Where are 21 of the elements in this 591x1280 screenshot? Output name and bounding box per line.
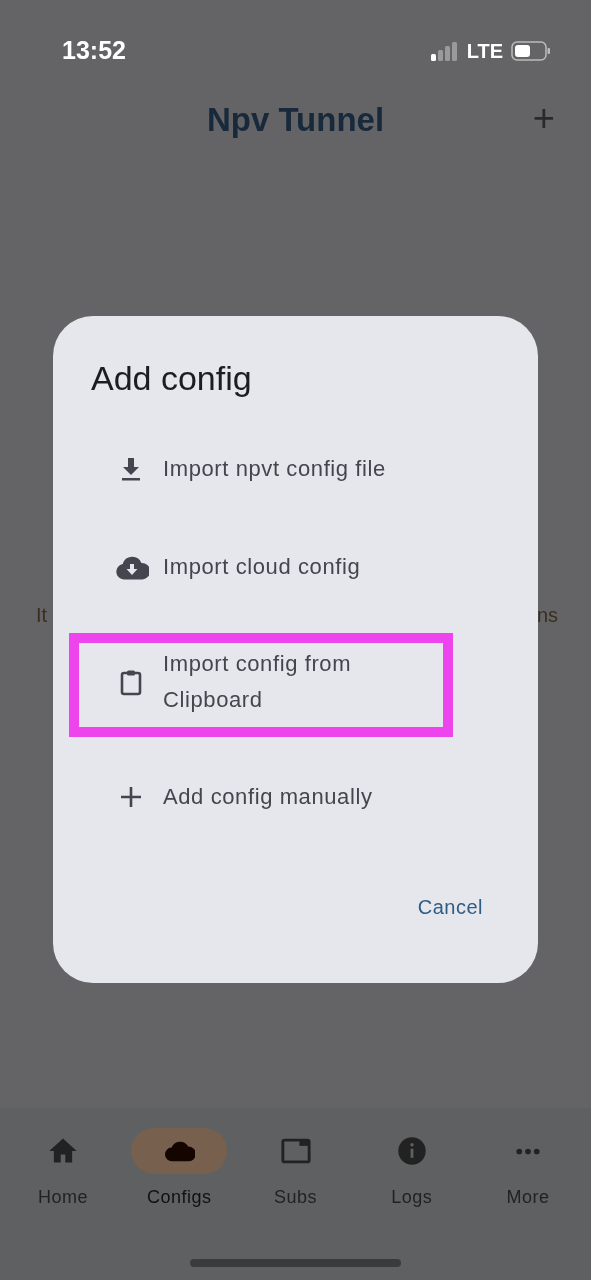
network-label: LTE (466, 39, 503, 64)
nav-tab[interactable]: Subs (240, 1128, 351, 1280)
nav-tab[interactable]: More (473, 1128, 583, 1280)
signal-icon (430, 41, 459, 61)
nav-tab[interactable]: Logs (356, 1128, 467, 1280)
background-text: ns (536, 603, 558, 628)
menu-option[interactable]: Add config manually (53, 779, 538, 815)
menu-option[interactable]: Import cloud config (53, 549, 538, 585)
app-title: Npv Tunnel (206, 100, 385, 141)
menu-option[interactable]: Import config from Clipboard (53, 646, 538, 718)
menu-option[interactable]: Import npvt config file (53, 451, 538, 487)
info-icon (395, 1135, 428, 1167)
cancel-button[interactable]: Cancel (407, 888, 493, 926)
more-icon (515, 1147, 541, 1155)
dialog-title: Add config (91, 358, 253, 399)
status-time: 13:52 (62, 35, 126, 67)
nav-tab[interactable]: Home (8, 1128, 118, 1280)
background-text: It (36, 603, 48, 628)
nav-tab[interactable]: Configs (124, 1128, 235, 1280)
battery-icon (511, 41, 551, 61)
add-button[interactable]: + (526, 98, 561, 138)
